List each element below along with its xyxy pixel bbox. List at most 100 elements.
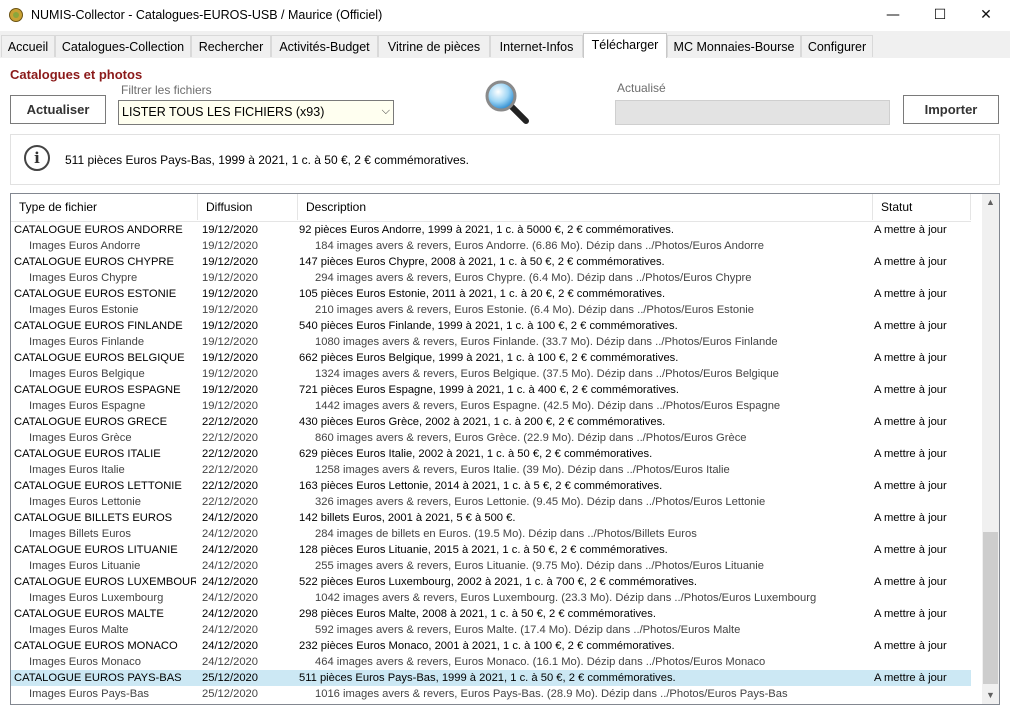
table-row[interactable]: Images Euros Finlande 19/12/2020 1080 imag… [11, 334, 971, 350]
cell-type: CATALOGUE EUROS ANDORRE [14, 224, 183, 236]
cell-diffusion: 19/12/2020 [202, 304, 258, 316]
cell-type: CATALOGUE EUROS LUXEMBOURG [14, 576, 196, 588]
info-text: 511 pièces Euros Pays-Bas, 1999 à 2021, … [65, 153, 469, 167]
tab-vitrine-de-pieces[interactable]: Vitrine de pièces [378, 35, 490, 57]
cell-diffusion: 19/12/2020 [202, 240, 258, 252]
table-row[interactable]: CATALOGUE EUROS LUXEMBOURG 24/12/2020 522 … [11, 574, 971, 590]
minimize-icon[interactable]: — [870, 0, 916, 31]
vertical-scrollbar[interactable]: ▲ ▼ [982, 194, 999, 704]
table-header: Type de fichier Diffusion Description St… [11, 194, 971, 222]
table-row[interactable]: Images Euros Lituanie 24/12/2020 255 image… [11, 558, 971, 574]
scrollbar-thumb[interactable] [983, 532, 998, 684]
cell-description: 210 images avers & revers, Euros Estonie… [315, 304, 755, 316]
cell-description: 1442 images avers & revers, Euros Espagn… [315, 400, 781, 412]
maximize-icon[interactable]: ☐ [917, 0, 963, 31]
table-row[interactable]: Images Euros Luxembourg 24/12/2020 1042 im… [11, 590, 971, 606]
table-row[interactable]: CATALOGUE EUROS ESTONIE 19/12/2020 105 piè… [11, 286, 971, 302]
table-row[interactable]: CATALOGUE EUROS ITALIE 22/12/2020 629 pièc… [11, 446, 971, 462]
cell-type: Images Euros Finlande [29, 336, 145, 348]
table-row[interactable]: CATALOGUE EUROS MALTE 24/12/2020 298 pièce… [11, 606, 971, 622]
filter-label: Filtrer les fichiers [121, 83, 212, 97]
column-header-description[interactable]: Description [298, 194, 873, 220]
cell-statut: A mettre à jour [874, 608, 947, 620]
cell-type: Images Euros Luxembourg [29, 592, 164, 604]
tab-internet-infos[interactable]: Internet-Infos [490, 35, 583, 57]
table-row[interactable]: CATALOGUE BILLETS EUROS 24/12/2020 142 bil… [11, 510, 971, 526]
cell-diffusion: 19/12/2020 [202, 224, 258, 236]
table-row[interactable]: Images Euros Belgique 19/12/2020 1324 imag… [11, 366, 971, 382]
tab-mc-monnaies-bourse[interactable]: MC Monnaies-Bourse [667, 35, 801, 57]
section-title: Catalogues et photos [10, 67, 143, 82]
tab-telecharger[interactable]: Télécharger [583, 33, 667, 58]
cell-diffusion: 22/12/2020 [202, 496, 258, 508]
magnifier-icon[interactable] [484, 79, 530, 125]
table-row[interactable]: Images Euros Pays-Bas 25/12/2020 1016 imag… [11, 686, 971, 702]
table-row[interactable]: Images Euros Andorre 19/12/2020 184 images… [11, 238, 971, 254]
tab-configurer[interactable]: Configurer [801, 35, 873, 57]
files-table[interactable]: Type de fichier Diffusion Description St… [10, 193, 1000, 705]
cell-description: 92 pièces Euros Andorre, 1999 à 2021, 1 … [299, 224, 675, 236]
table-row[interactable]: Images Euros Malte 24/12/2020 592 images a… [11, 622, 971, 638]
info-icon: i [24, 145, 50, 171]
table-body: CATALOGUE EUROS ANDORRE 19/12/2020 92 pièc… [11, 222, 971, 702]
cell-statut: A mettre à jour [874, 672, 947, 684]
chevron-down-icon[interactable]: ⌵ [382, 105, 390, 118]
cell-statut: A mettre à jour [874, 512, 947, 524]
cell-statut: A mettre à jour [874, 384, 947, 396]
table-row[interactable]: Images Euros Espagne 19/12/2020 1442 image… [11, 398, 971, 414]
column-header-type[interactable]: Type de fichier [11, 194, 198, 220]
scroll-up-icon[interactable]: ▲ [982, 194, 999, 211]
cell-diffusion: 25/12/2020 [202, 672, 258, 684]
tab-accueil[interactable]: Accueil [1, 35, 55, 57]
table-row[interactable]: CATALOGUE EUROS GRECE 22/12/2020 430 pièce… [11, 414, 971, 430]
cell-description: 232 pièces Euros Monaco, 2001 à 2021, 1 … [299, 640, 675, 652]
close-icon[interactable]: ✕ [963, 0, 1009, 31]
table-row[interactable]: Images Euros Lettonie 22/12/2020 326 image… [11, 494, 971, 510]
column-header-diffusion[interactable]: Diffusion [198, 194, 298, 220]
table-row[interactable]: Images Euros Estonie 19/12/2020 210 images… [11, 302, 971, 318]
table-row[interactable]: Images Euros Monaco 24/12/2020 464 images … [11, 654, 971, 670]
cell-description: 1258 images avers & revers, Euros Italie… [315, 464, 730, 476]
cell-diffusion: 22/12/2020 [202, 432, 258, 444]
table-row[interactable]: CATALOGUE EUROS CHYPRE 19/12/2020 147 pièc… [11, 254, 971, 270]
table-row[interactable]: CATALOGUE EUROS ANDORRE 19/12/2020 92 pièc… [11, 222, 971, 238]
table-row[interactable]: CATALOGUE EUROS LITUANIE 24/12/2020 128 pi… [11, 542, 971, 558]
cell-statut: A mettre à jour [874, 544, 947, 556]
cell-description: 128 pièces Euros Lituanie, 2015 à 2021, … [299, 544, 668, 556]
cell-type: Images Euros Chypre [29, 272, 138, 284]
cell-type: Images Euros Lituanie [29, 560, 141, 572]
cell-statut: A mettre à jour [874, 224, 947, 236]
table-row[interactable]: Images Euros Italie 22/12/2020 1258 images… [11, 462, 971, 478]
cell-diffusion: 24/12/2020 [202, 592, 258, 604]
import-button[interactable]: Importer [903, 95, 999, 124]
table-row[interactable]: CATALOGUE EUROS PAYS-BAS 25/12/2020 511 pi… [11, 670, 971, 686]
tab-catalogues-collection[interactable]: Catalogues-Collection [55, 35, 191, 57]
filter-select[interactable]: LISTER TOUS LES FICHIERS (x93) ⌵ [118, 100, 394, 125]
cell-description: 294 images avers & revers, Euros Chypre.… [315, 272, 752, 284]
table-row[interactable]: CATALOGUE EUROS FINLANDE 19/12/2020 540 pi… [11, 318, 971, 334]
tab-activites-budget[interactable]: Activités-Budget [271, 35, 378, 57]
table-row[interactable]: CATALOGUE EUROS MONACO 24/12/2020 232 pièc… [11, 638, 971, 654]
cell-type: Images Euros Andorre [29, 240, 141, 252]
cell-statut: A mettre à jour [874, 256, 947, 268]
column-header-statut[interactable]: Statut [873, 194, 971, 220]
tab-rechercher[interactable]: Rechercher [191, 35, 271, 57]
scroll-down-icon[interactable]: ▼ [982, 687, 999, 704]
table-row[interactable]: Images Euros Chypre 19/12/2020 294 images … [11, 270, 971, 286]
table-row[interactable]: CATALOGUE EUROS BELGIQUE 19/12/2020 662 pi… [11, 350, 971, 366]
cell-diffusion: 24/12/2020 [202, 656, 258, 668]
table-row[interactable]: CATALOGUE EUROS LETTONIE 22/12/2020 163 pi… [11, 478, 971, 494]
download-panel: Catalogues et photos Actualiser Filtrer … [0, 58, 1010, 713]
table-row[interactable]: Images Billets Euros 24/12/2020 284 images… [11, 526, 971, 542]
cell-description: 1016 images avers & revers, Euros Pays-B… [315, 688, 788, 700]
cell-diffusion: 19/12/2020 [202, 320, 258, 332]
title-bar: NUMIS-Collector - Catalogues-EUROS-USB /… [0, 0, 1010, 31]
refresh-button[interactable]: Actualiser [10, 95, 106, 124]
table-row[interactable]: Images Euros Grèce 22/12/2020 860 images a… [11, 430, 971, 446]
cell-diffusion: 22/12/2020 [202, 416, 258, 428]
cell-diffusion: 25/12/2020 [202, 688, 258, 700]
table-row[interactable]: CATALOGUE EUROS ESPAGNE 19/12/2020 721 piè… [11, 382, 971, 398]
cell-diffusion: 24/12/2020 [202, 608, 258, 620]
cell-diffusion: 24/12/2020 [202, 624, 258, 636]
cell-type: CATALOGUE EUROS FINLANDE [14, 320, 183, 332]
